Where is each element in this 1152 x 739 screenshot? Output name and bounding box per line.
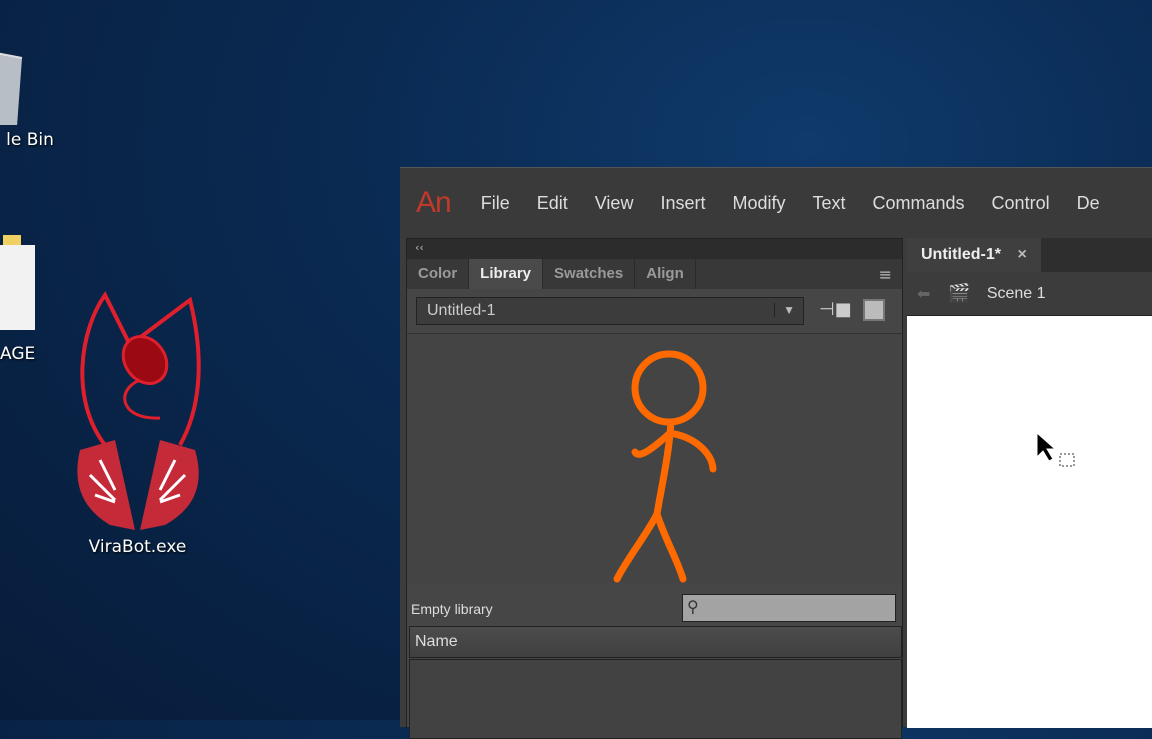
scene-label[interactable]: Scene 1	[987, 285, 1046, 303]
tab-swatches[interactable]: Swatches	[543, 259, 636, 289]
menu-text[interactable]: Text	[813, 193, 846, 214]
document-area: Untitled-1* × ⬅ 🎬 Scene 1	[907, 238, 1152, 728]
search-icon: ⚲	[687, 597, 699, 616]
desktop-icon-label: ViraBot.exe	[88, 537, 187, 557]
menu-file[interactable]: File	[481, 193, 510, 214]
recycle-bin-icon	[0, 52, 23, 140]
close-icon[interactable]: ×	[1017, 246, 1026, 263]
desktop-icon-label: AGE	[0, 344, 36, 364]
animate-window: An File Edit View Insert Modify Text Com…	[400, 167, 1152, 739]
library-panel: ‹‹ Color Library Swatches Align ≡ Untitl…	[406, 238, 903, 739]
menu-commands[interactable]: Commands	[873, 193, 965, 214]
collapse-panel-button[interactable]: ‹‹	[407, 239, 902, 259]
panel-menu-icon[interactable]: ≡	[879, 265, 892, 284]
chevron-down-icon: ▼	[774, 303, 795, 317]
stick-figure	[613, 350, 717, 583]
menu-bar: An File Edit View Insert Modify Text Com…	[400, 168, 1152, 238]
back-arrow-icon[interactable]: ⬅	[917, 284, 930, 304]
library-list	[409, 659, 902, 739]
library-preview	[407, 333, 902, 583]
virabot-icon	[77, 291, 201, 530]
desktop-icon-folder[interactable]: AGE	[0, 230, 40, 364]
tab-untitled-1[interactable]: Untitled-1* ×	[907, 238, 1041, 272]
library-search-input[interactable]: ⚲	[682, 594, 896, 622]
tab-align[interactable]: Align	[635, 259, 696, 289]
menu-edit[interactable]: Edit	[537, 193, 568, 214]
menu-control[interactable]: Control	[992, 193, 1050, 214]
scene-bar: ⬅ 🎬 Scene 1	[907, 272, 1152, 316]
folder-icon	[0, 235, 35, 330]
desktop-icon-recycle-bin[interactable]: le Bin	[0, 20, 60, 150]
tab-library[interactable]: Library	[469, 259, 544, 289]
desktop-icon-label: le Bin	[6, 130, 54, 150]
pin-icon[interactable]: ⊣■	[819, 299, 852, 320]
menu-insert[interactable]: Insert	[660, 193, 705, 214]
menu-view[interactable]: View	[595, 193, 634, 214]
document-tabs: Untitled-1* ×	[907, 238, 1152, 272]
document-select-value: Untitled-1	[427, 302, 496, 319]
menu-debug[interactable]: De	[1077, 193, 1100, 214]
menu-modify[interactable]: Modify	[732, 193, 785, 214]
new-library-panel-icon[interactable]	[863, 299, 885, 321]
panel-tabs: Color Library Swatches Align ≡	[407, 259, 902, 289]
document-select[interactable]: Untitled-1 ▼	[416, 297, 804, 325]
column-header-name[interactable]: Name	[409, 626, 902, 658]
cursor-icon	[1036, 431, 1075, 467]
stage[interactable]	[907, 316, 1152, 726]
desktop-icon-virabot[interactable]: ViraBot.exe	[60, 290, 215, 557]
animate-logo: An	[416, 186, 452, 219]
library-status: Empty library	[411, 601, 493, 617]
clapperboard-icon: 🎬	[948, 283, 971, 303]
tab-color[interactable]: Color	[407, 259, 470, 289]
